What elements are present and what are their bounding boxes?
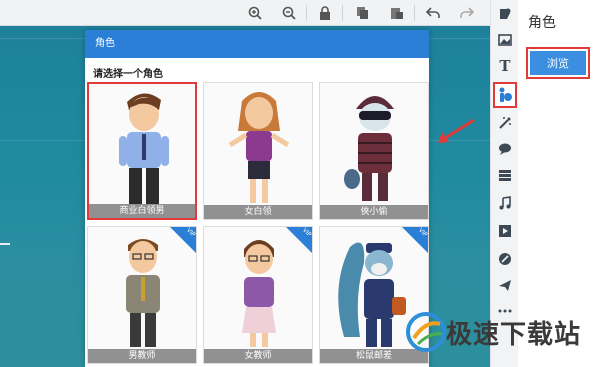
top-toolbar (0, 0, 490, 26)
character-name: 女白领 (204, 205, 312, 219)
site-watermark: 极速下载站 (400, 300, 600, 367)
character-name: 商业白领男 (89, 204, 195, 218)
watermark-logo-icon (406, 312, 446, 352)
character-card[interactable]: VIP 男教师 (87, 226, 197, 364)
zoom-in-icon[interactable] (246, 4, 264, 22)
plane-icon[interactable] (496, 276, 514, 294)
bubble-icon[interactable] (496, 140, 514, 158)
effects-icon[interactable] (496, 114, 514, 132)
character-thief-figure (344, 96, 394, 201)
watermark-text: 极速下载站 (446, 320, 582, 350)
image-icon[interactable] (496, 31, 514, 49)
character-name: 男教师 (88, 349, 196, 363)
tools-icon[interactable] (496, 250, 514, 268)
undo-icon[interactable] (424, 4, 442, 22)
zoom-out-icon[interactable] (280, 4, 298, 22)
browse-button-highlight: 浏览 (526, 47, 590, 79)
panel-title: 角色 (528, 15, 556, 31)
copy-icon[interactable] (354, 4, 372, 22)
role-dialog: 角色 请选择一个角色 商业白领男 女白领 俠小偷 VIP 男教师 VIP 女教师… (85, 30, 429, 367)
character-card[interactable]: 女白领 (203, 82, 313, 220)
music-icon[interactable] (496, 194, 514, 212)
character-name: 女教师 (204, 349, 312, 363)
dialog-header: 角色 (85, 30, 429, 58)
redo-icon[interactable] (458, 4, 476, 22)
layers-icon[interactable] (496, 166, 514, 184)
character-office-woman-figure (228, 92, 290, 203)
toolbar-separator (306, 5, 307, 21)
paste-icon[interactable] (388, 4, 406, 22)
character-business-man-figure (119, 93, 169, 204)
text-icon[interactable]: T (496, 57, 514, 75)
video-icon[interactable] (496, 222, 514, 240)
lock-icon[interactable] (316, 4, 334, 22)
role-icon[interactable] (493, 82, 517, 108)
browse-button[interactable]: 浏览 (530, 51, 586, 75)
toolbar-separator (414, 5, 415, 21)
character-card[interactable]: 俠小偷 (319, 82, 429, 220)
character-card[interactable]: VIP 女教师 (203, 226, 313, 364)
dialog-subtitle: 请选择一个角色 (93, 69, 163, 80)
shapes-icon[interactable] (496, 5, 514, 23)
character-card[interactable]: 商业白领男 (87, 82, 197, 220)
toolbar-separator (342, 5, 343, 21)
pointer-arrow (438, 118, 475, 143)
character-name: 俠小偷 (320, 205, 428, 219)
canvas-guide-marker (0, 243, 10, 245)
